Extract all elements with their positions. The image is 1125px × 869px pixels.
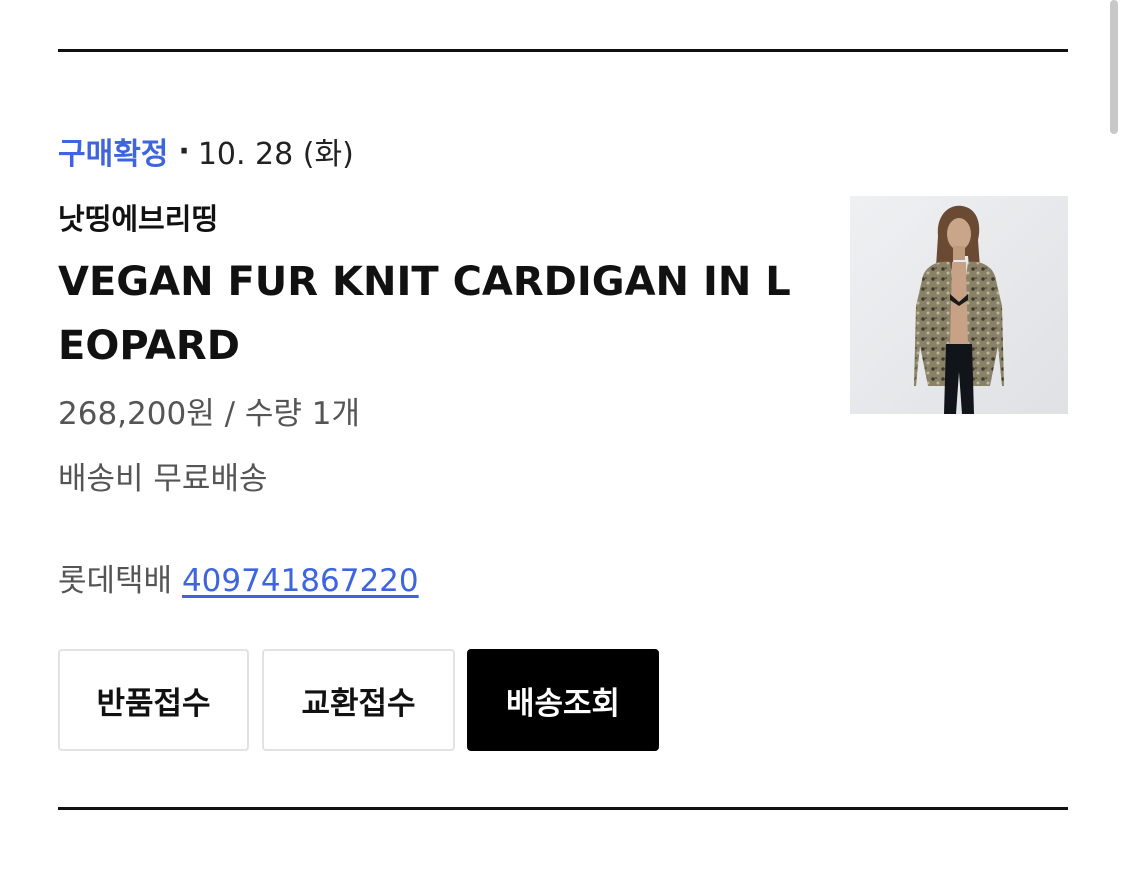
courier-name: 롯데택배 [58, 563, 173, 599]
order-status-line: 구매확정 · 10. 28 (화) [58, 128, 354, 174]
scrollbar-thumb[interactable] [1110, 0, 1118, 134]
brand-name[interactable]: 낫띵에브리띵 [58, 196, 218, 238]
product-name[interactable]: VEGAN FUR KNIT CARDIGAN IN LEOPARD [58, 250, 818, 378]
bottom-divider [58, 807, 1068, 810]
tracking-number-link[interactable]: 409741867220 [182, 563, 419, 599]
status-separator: · [178, 133, 190, 169]
courier-info: 롯데택배 409741867220 [58, 555, 419, 600]
shipping-fee: 배송비 무료배송 [58, 461, 268, 497]
product-photo [850, 196, 1068, 414]
exchange-request-button[interactable]: 교환접수 [262, 649, 455, 751]
order-date: 10. 28 (화) [197, 137, 354, 172]
order-status-badge: 구매확정 [58, 137, 169, 172]
top-divider [58, 49, 1068, 52]
return-request-button[interactable]: 반품접수 [58, 649, 249, 751]
product-thumbnail[interactable] [850, 196, 1068, 414]
price-and-quantity: 268,200원 / 수량 1개 [58, 396, 361, 432]
track-shipment-button[interactable]: 배송조회 [467, 649, 659, 751]
scrollbar[interactable] [1107, 0, 1125, 869]
